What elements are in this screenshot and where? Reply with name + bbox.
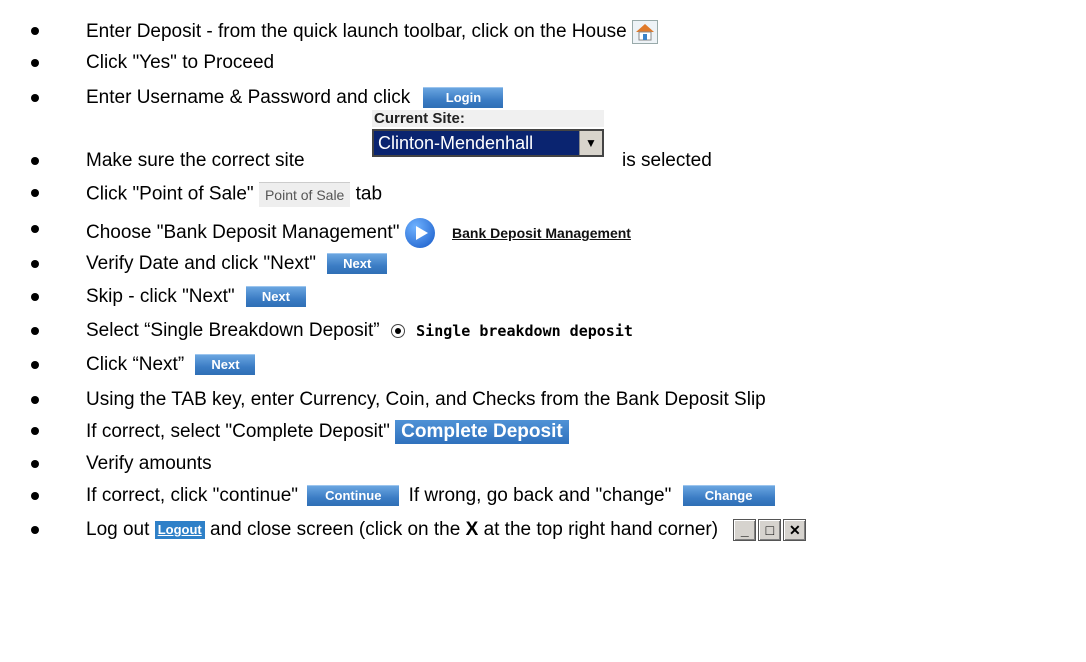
current-site-control: Current Site: Clinton-Mendenhall ▼ xyxy=(372,110,604,157)
change-button[interactable]: Change xyxy=(682,485,775,507)
bullet xyxy=(31,59,39,67)
window-controls: _ □ ✕ xyxy=(731,519,807,541)
continue-button[interactable]: Continue xyxy=(307,485,400,507)
house-icon[interactable] xyxy=(632,20,659,44)
close-icon[interactable]: ✕ xyxy=(783,519,807,541)
step-text: Click "Point of Sale" xyxy=(86,183,254,205)
step-text: Enter Username & Password and click xyxy=(86,87,411,108)
step-text-after: tab xyxy=(355,183,383,205)
step-text: Make sure the correct site xyxy=(86,150,305,171)
next-button[interactable]: Next xyxy=(195,354,256,376)
step-text: If correct, click "continue" xyxy=(86,485,299,506)
minimize-icon[interactable]: _ xyxy=(733,519,757,541)
bullet xyxy=(31,260,39,268)
step-text: Verify Date and click "Next" xyxy=(86,253,316,274)
bullet xyxy=(31,225,39,233)
bullet xyxy=(31,526,39,534)
play-icon[interactable] xyxy=(404,218,435,248)
logout-link[interactable]: Logout xyxy=(154,521,205,539)
next-button[interactable]: Next xyxy=(327,253,388,275)
bullet xyxy=(31,27,39,35)
current-site-label: Current Site: xyxy=(372,110,604,127)
bullet xyxy=(31,157,39,165)
step-text: Using the TAB key, enter Currency, Coin,… xyxy=(86,389,766,410)
step-text: Click "Yes" to Proceed xyxy=(86,52,275,73)
tab-point-of-sale[interactable]: Point of Sale xyxy=(258,182,351,207)
bullet xyxy=(31,327,39,335)
site-select[interactable]: Clinton-Mendenhall ▼ xyxy=(372,129,604,157)
site-select-value: Clinton-Mendenhall xyxy=(378,133,534,153)
bullet xyxy=(31,361,39,369)
step-text: Click “Next” xyxy=(86,354,185,375)
bullet xyxy=(31,396,39,404)
single-breakdown-radio[interactable] xyxy=(390,324,405,338)
login-button[interactable]: Login xyxy=(423,87,504,109)
complete-deposit-button[interactable]: Complete Deposit xyxy=(395,420,569,444)
step-text: Choose "Bank Deposit Management" xyxy=(86,222,400,244)
step-text-after: at the top right hand corner) xyxy=(483,519,719,541)
next-button[interactable]: Next xyxy=(245,286,306,308)
step-text-middle: If wrong, go back and "change" xyxy=(408,485,672,506)
bullet xyxy=(31,189,39,197)
step-text: Verify amounts xyxy=(86,453,212,474)
step-text: Skip - click "Next" xyxy=(86,286,235,307)
bullet xyxy=(31,293,39,301)
step-text: Enter Deposit - from the quick launch to… xyxy=(86,21,627,43)
bullet xyxy=(31,460,39,468)
bullet xyxy=(31,427,39,435)
step-text: Select “Single Breakdown Deposit” xyxy=(86,320,380,342)
x-emphasis: X xyxy=(465,519,479,541)
bullet xyxy=(31,492,39,500)
bank-deposit-management-link[interactable]: Bank Deposit Management xyxy=(452,225,631,241)
single-breakdown-label: Single breakdown deposit xyxy=(416,322,633,340)
step-text: If correct, select "Complete Deposit" xyxy=(86,421,390,443)
step-text: Log out xyxy=(86,519,150,541)
maximize-icon[interactable]: □ xyxy=(758,519,782,541)
step-text-after: is selected xyxy=(622,150,712,171)
chevron-down-icon[interactable]: ▼ xyxy=(579,131,602,155)
bullet xyxy=(31,94,39,102)
step-text-middle: and close screen (click on the xyxy=(210,519,461,541)
